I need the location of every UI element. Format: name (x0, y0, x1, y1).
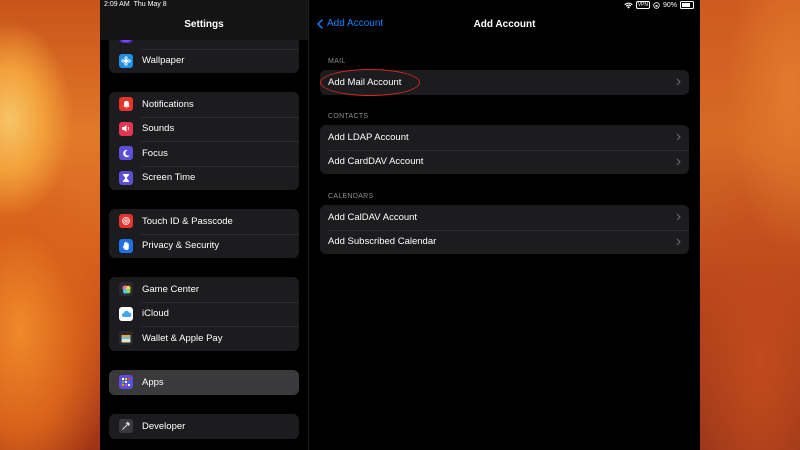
add-subscribed-calendar-row[interactable]: Add Subscribed Calendar (320, 229, 689, 255)
row-label: Add CardDAV Account (328, 156, 424, 168)
sidebar-item-label: Wallet & Apple Pay (142, 332, 223, 344)
sidebar-item-notifications[interactable]: Notifications (109, 92, 299, 117)
add-caldav-account-row[interactable]: Add CalDAV Account (320, 205, 689, 230)
status-bar: 2:09 AM Thu May 8 VPN 90% (100, 0, 700, 12)
sidebar-group: Apps (109, 370, 299, 395)
chevron-right-icon (676, 78, 681, 86)
sidebar-item-wallet[interactable]: Wallet & Apple Pay (109, 326, 299, 351)
sidebar-item-label: Touch ID & Passcode (142, 215, 233, 227)
chevron-right-icon (676, 133, 681, 141)
status-time-date: 2:09 AM Thu May 8 (104, 1, 167, 8)
sidebar-group: Touch ID & Passcode Privacy & Security (109, 209, 299, 258)
page-title: Add Account (473, 19, 536, 30)
row-label: Add CalDAV Account (328, 211, 418, 223)
hammer-icon (119, 419, 133, 434)
wallpaper-icon (119, 53, 133, 68)
vpn-badge: VPN (635, 1, 650, 9)
wallpaper-right (700, 0, 800, 450)
screen-time-hourglass-icon (119, 170, 133, 185)
row-label: Add LDAP Account (328, 131, 409, 143)
sidebar-item-focus[interactable]: Focus (109, 141, 299, 166)
row-label: Add Subscribed Calendar (328, 236, 437, 248)
sidebar-item-label: Apps (142, 376, 164, 388)
add-ldap-account-row[interactable]: Add LDAP Account (320, 125, 689, 150)
focus-moon-icon (119, 146, 133, 161)
sidebar-item-screen-time[interactable]: Screen Time (109, 165, 299, 191)
sidebar-item-label: Sounds (142, 123, 175, 135)
sidebar-group: Notifications Sounds Focus Screen Time (109, 92, 299, 190)
game-center-icon (119, 282, 133, 297)
sidebar-item-wallpaper[interactable]: Wallpaper (109, 48, 299, 74)
row-label: Add Mail Account (328, 76, 402, 88)
contacts-group: Add LDAP Account Add CardDAV Account (320, 125, 689, 174)
section-header-mail: MAIL (328, 58, 346, 65)
status-indicators: VPN 90% (624, 1, 694, 9)
notifications-icon (119, 97, 133, 112)
calendars-group: Add CalDAV Account Add Subscribed Calend… (320, 205, 689, 254)
sidebar-item-label: Developer (142, 420, 186, 432)
sidebar-item-label: Wallpaper (142, 55, 185, 67)
sidebar-item-apps[interactable]: Apps (109, 370, 299, 395)
sidebar-item-label: Screen Time (142, 172, 196, 184)
sidebar-item-label: Focus (142, 147, 168, 159)
sidebar-group: Developer (109, 414, 299, 439)
hand-icon (119, 238, 133, 253)
sidebar-item-privacy[interactable]: Privacy & Security (109, 233, 299, 259)
orientation-lock-icon (653, 1, 660, 9)
detail-pane: Add Account Add Account MAIL Add Mail Ac… (309, 0, 700, 450)
sidebar-item-touch-id[interactable]: Touch ID & Passcode (109, 209, 299, 234)
sidebar-item-label: iCloud (142, 308, 169, 320)
section-header-contacts: CONTACTS (328, 113, 369, 120)
wallet-icon (119, 331, 133, 346)
sidebar-item-label: Notifications (142, 98, 194, 110)
sidebar-item-sounds[interactable]: Sounds (109, 116, 299, 142)
icloud-icon (119, 306, 133, 321)
ipad-screen: 2:09 AM Thu May 8 VPN 90% Settings Siri … (100, 0, 700, 450)
sidebar-item-developer[interactable]: Developer (109, 414, 299, 439)
section-header-calendars: CALENDARS (328, 193, 374, 200)
chevron-right-icon (676, 238, 681, 245)
apps-grid-icon (119, 375, 133, 390)
sidebar-item-label: Privacy & Security (142, 240, 220, 252)
wifi-icon (624, 2, 633, 9)
mail-group: Add Mail Account (320, 70, 689, 95)
sidebar-title: Settings (184, 19, 224, 30)
add-carddav-account-row[interactable]: Add CardDAV Account (320, 149, 689, 175)
battery-icon (680, 1, 694, 9)
settings-sidebar: Settings Siri Wallpaper Notifications (100, 0, 309, 450)
chevron-right-icon (676, 213, 681, 221)
add-mail-account-row[interactable]: Add Mail Account (320, 70, 689, 95)
sidebar-item-label: Game Center (142, 283, 200, 295)
sidebar-group: Game Center iCloud Wallet & Apple Pay (109, 277, 299, 351)
sidebar-item-icloud[interactable]: iCloud (109, 301, 299, 327)
sidebar-item-game-center[interactable]: Game Center (109, 277, 299, 302)
chevron-right-icon (676, 158, 681, 165)
battery-percent: 90% (662, 1, 677, 9)
fingerprint-icon (119, 214, 133, 229)
wallpaper-left (0, 0, 100, 450)
sounds-icon (119, 121, 133, 136)
